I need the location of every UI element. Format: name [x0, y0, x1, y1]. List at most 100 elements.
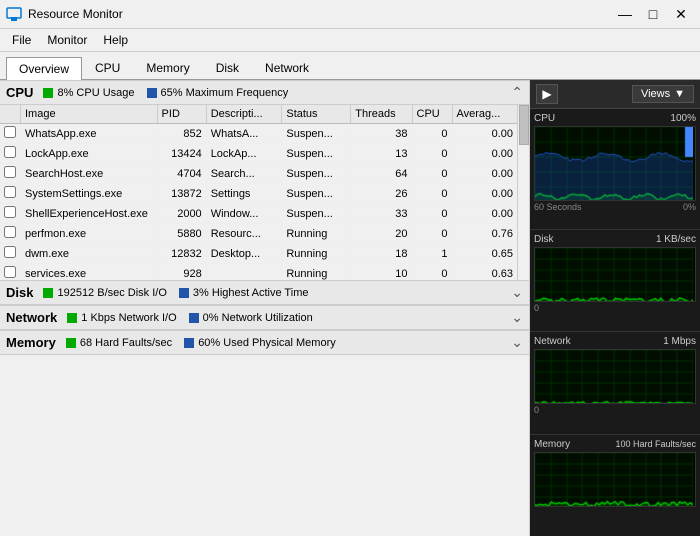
disk-graph-canvas — [535, 248, 693, 302]
tab-cpu[interactable]: CPU — [82, 56, 133, 79]
cpu-stat1-dot — [43, 88, 53, 98]
row-checkbox[interactable] — [4, 266, 16, 278]
disk-section-header[interactable]: Disk 192512 B/sec Disk I/O 3% Highest Ac… — [0, 280, 529, 305]
cpu-section-header[interactable]: CPU 8% CPU Usage 65% Maximum Frequency ⌃ — [0, 80, 529, 105]
disk-expand[interactable]: ⌄ — [511, 284, 523, 301]
row-cpu: 0 — [412, 144, 452, 164]
memory-stat2: 60% Used Physical Memory — [184, 337, 336, 349]
network-chevron-icon: ⌄ — [511, 309, 523, 325]
row-image: SystemSettings.exe — [21, 184, 158, 204]
cpu-chevron-icon: ⌃ — [511, 84, 523, 100]
right-panel-header: ▶ Views ▼ — [530, 80, 700, 109]
row-desc: Settings — [206, 184, 282, 204]
memory-stat2-label: 60% Used Physical Memory — [198, 337, 336, 349]
menu-help[interactable]: Help — [95, 31, 136, 49]
disk-stat2-dot — [179, 288, 189, 298]
tab-overview[interactable]: Overview — [6, 57, 82, 80]
table-row: LockApp.exe 13424 LockAp... Suspen... 13… — [0, 144, 517, 164]
row-checkbox[interactable] — [4, 246, 16, 258]
tab-disk[interactable]: Disk — [203, 56, 252, 79]
right-panel-expand-button[interactable]: ▶ — [536, 84, 558, 104]
row-image: perfmon.exe — [21, 224, 158, 244]
col-status[interactable]: Status — [282, 105, 351, 124]
row-checkbox[interactable] — [4, 166, 16, 178]
col-pid[interactable]: PID — [157, 105, 206, 124]
maximize-button[interactable]: □ — [640, 4, 666, 24]
row-checkbox[interactable] — [4, 206, 16, 218]
row-cpu: 0 — [412, 184, 452, 204]
row-checkbox-cell[interactable] — [0, 264, 21, 281]
minimize-button[interactable]: — — [612, 4, 638, 24]
memory-expand[interactable]: ⌄ — [511, 334, 523, 351]
row-checkbox[interactable] — [4, 146, 16, 158]
menu-file[interactable]: File — [4, 31, 39, 49]
col-avg[interactable]: Averag... — [452, 105, 517, 124]
row-threads: 26 — [351, 184, 412, 204]
tab-memory[interactable]: Memory — [133, 56, 202, 79]
tab-network[interactable]: Network — [252, 56, 322, 79]
row-checkbox[interactable] — [4, 126, 16, 138]
row-checkbox-cell[interactable] — [0, 144, 21, 164]
disk-graph-bottom-right: 0 — [534, 303, 539, 313]
cpu-table-scrollbar[interactable] — [517, 105, 529, 280]
main-content: CPU 8% CPU Usage 65% Maximum Frequency ⌃… — [0, 80, 700, 536]
row-checkbox-cell[interactable] — [0, 244, 21, 264]
network-graph-canvas — [535, 350, 693, 404]
views-button[interactable]: Views ▼ — [632, 85, 694, 103]
cpu-graph-canvas — [535, 127, 693, 201]
cpu-scrollbar-thumb[interactable] — [519, 105, 529, 145]
row-threads: 64 — [351, 164, 412, 184]
memory-stat1: 68 Hard Faults/sec — [66, 337, 172, 349]
disk-graph — [534, 247, 696, 302]
row-checkbox-cell[interactable] — [0, 224, 21, 244]
disk-graph-label: Disk 1 KB/sec — [534, 234, 696, 245]
network-stat2-dot — [189, 313, 199, 323]
row-checkbox-cell[interactable] — [0, 164, 21, 184]
col-image[interactable]: Image — [21, 105, 158, 124]
menu-monitor[interactable]: Monitor — [39, 31, 95, 49]
row-cpu: 1 — [412, 244, 452, 264]
row-pid: 4704 — [157, 164, 206, 184]
left-panel: CPU 8% CPU Usage 65% Maximum Frequency ⌃… — [0, 80, 530, 536]
row-threads: 38 — [351, 124, 412, 144]
right-panel: ▶ Views ▼ CPU 100% 60 Seconds 0% Disk — [530, 80, 700, 536]
row-status: Suspen... — [282, 184, 351, 204]
cpu-table: Image PID Descripti... Status Threads CP… — [0, 105, 517, 280]
network-expand[interactable]: ⌄ — [511, 309, 523, 326]
disk-graph-top-value: 1 KB/sec — [656, 234, 696, 245]
memory-chevron-icon: ⌄ — [511, 334, 523, 350]
table-row: dwm.exe 12832 Desktop... Running 18 1 0.… — [0, 244, 517, 264]
network-graph-title: Network — [534, 336, 571, 347]
col-threads[interactable]: Threads — [351, 105, 412, 124]
cpu-stat1: 8% CPU Usage — [43, 87, 134, 99]
row-checkbox[interactable] — [4, 226, 16, 238]
row-threads: 20 — [351, 224, 412, 244]
row-pid: 13872 — [157, 184, 206, 204]
row-pid: 928 — [157, 264, 206, 281]
row-checkbox-cell[interactable] — [0, 124, 21, 144]
table-row: SearchHost.exe 4704 Search... Suspen... … — [0, 164, 517, 184]
col-desc[interactable]: Descripti... — [206, 105, 282, 124]
network-section-header[interactable]: Network 1 Kbps Network I/O 0% Network Ut… — [0, 305, 529, 330]
row-status: Running — [282, 244, 351, 264]
cpu-table-body: WhatsApp.exe 852 WhatsA... Suspen... 38 … — [0, 124, 517, 281]
disk-graph-section: Disk 1 KB/sec 0 — [530, 230, 700, 332]
row-threads: 10 — [351, 264, 412, 281]
close-button[interactable]: ✕ — [668, 4, 694, 24]
disk-stat1-dot — [43, 288, 53, 298]
row-avg: 0.76 — [452, 224, 517, 244]
disk-stat2: 3% Highest Active Time — [179, 287, 309, 299]
row-checkbox-cell[interactable] — [0, 184, 21, 204]
row-desc: Window... — [206, 204, 282, 224]
row-pid: 5880 — [157, 224, 206, 244]
row-checkbox[interactable] — [4, 186, 16, 198]
col-cpu[interactable]: CPU — [412, 105, 452, 124]
memory-stat1-dot — [66, 338, 76, 348]
memory-section-header[interactable]: Memory 68 Hard Faults/sec 60% Used Physi… — [0, 330, 529, 355]
cpu-graph-section: CPU 100% 60 Seconds 0% — [530, 109, 700, 230]
cpu-expand[interactable]: ⌃ — [511, 84, 523, 101]
row-checkbox-cell[interactable] — [0, 204, 21, 224]
table-row: WhatsApp.exe 852 WhatsA... Suspen... 38 … — [0, 124, 517, 144]
row-avg: 0.00 — [452, 124, 517, 144]
row-cpu: 0 — [412, 224, 452, 244]
